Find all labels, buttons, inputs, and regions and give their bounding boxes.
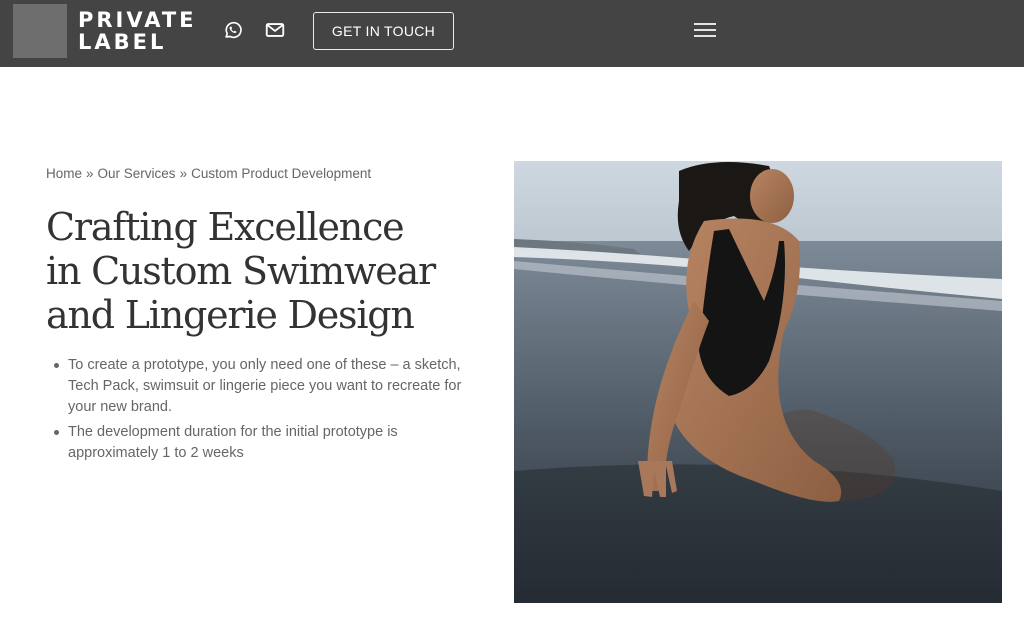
logo-line-2: LABEL [78,30,167,54]
logo-image[interactable] [13,4,67,58]
hero-photo [514,161,1002,603]
breadcrumb-home[interactable]: Home [46,166,82,181]
page-title: Crafting Excellence in Custom Swimwear a… [46,205,486,337]
feature-list: To create a prototype, you only need one… [54,355,478,468]
breadcrumb-our-services[interactable]: Our Services [98,166,176,181]
breadcrumb-current: Custom Product Development [191,166,372,181]
breadcrumb-separator: » [179,166,188,181]
title-line-1: Crafting Excellence [46,205,405,249]
site-header: PRIVATE LABEL GET IN TOUCH [0,0,1024,67]
list-item: The development duration for the initial… [54,422,478,464]
whatsapp-icon[interactable] [222,19,244,41]
logo-wordmark[interactable]: PRIVATE LABEL [78,9,197,53]
breadcrumb-separator: » [86,166,94,181]
breadcrumb: Home» Our Services» Custom Product Develop… [46,166,371,181]
menu-icon[interactable] [694,23,716,37]
logo-line-1: PRIVATE [78,8,197,32]
mail-icon[interactable] [264,19,286,41]
list-item: To create a prototype, you only need one… [54,355,478,418]
title-line-3: and Lingerie Design [46,293,415,337]
get-in-touch-button[interactable]: GET IN TOUCH [313,12,454,50]
title-line-2: in Custom Swimwear [46,249,436,293]
